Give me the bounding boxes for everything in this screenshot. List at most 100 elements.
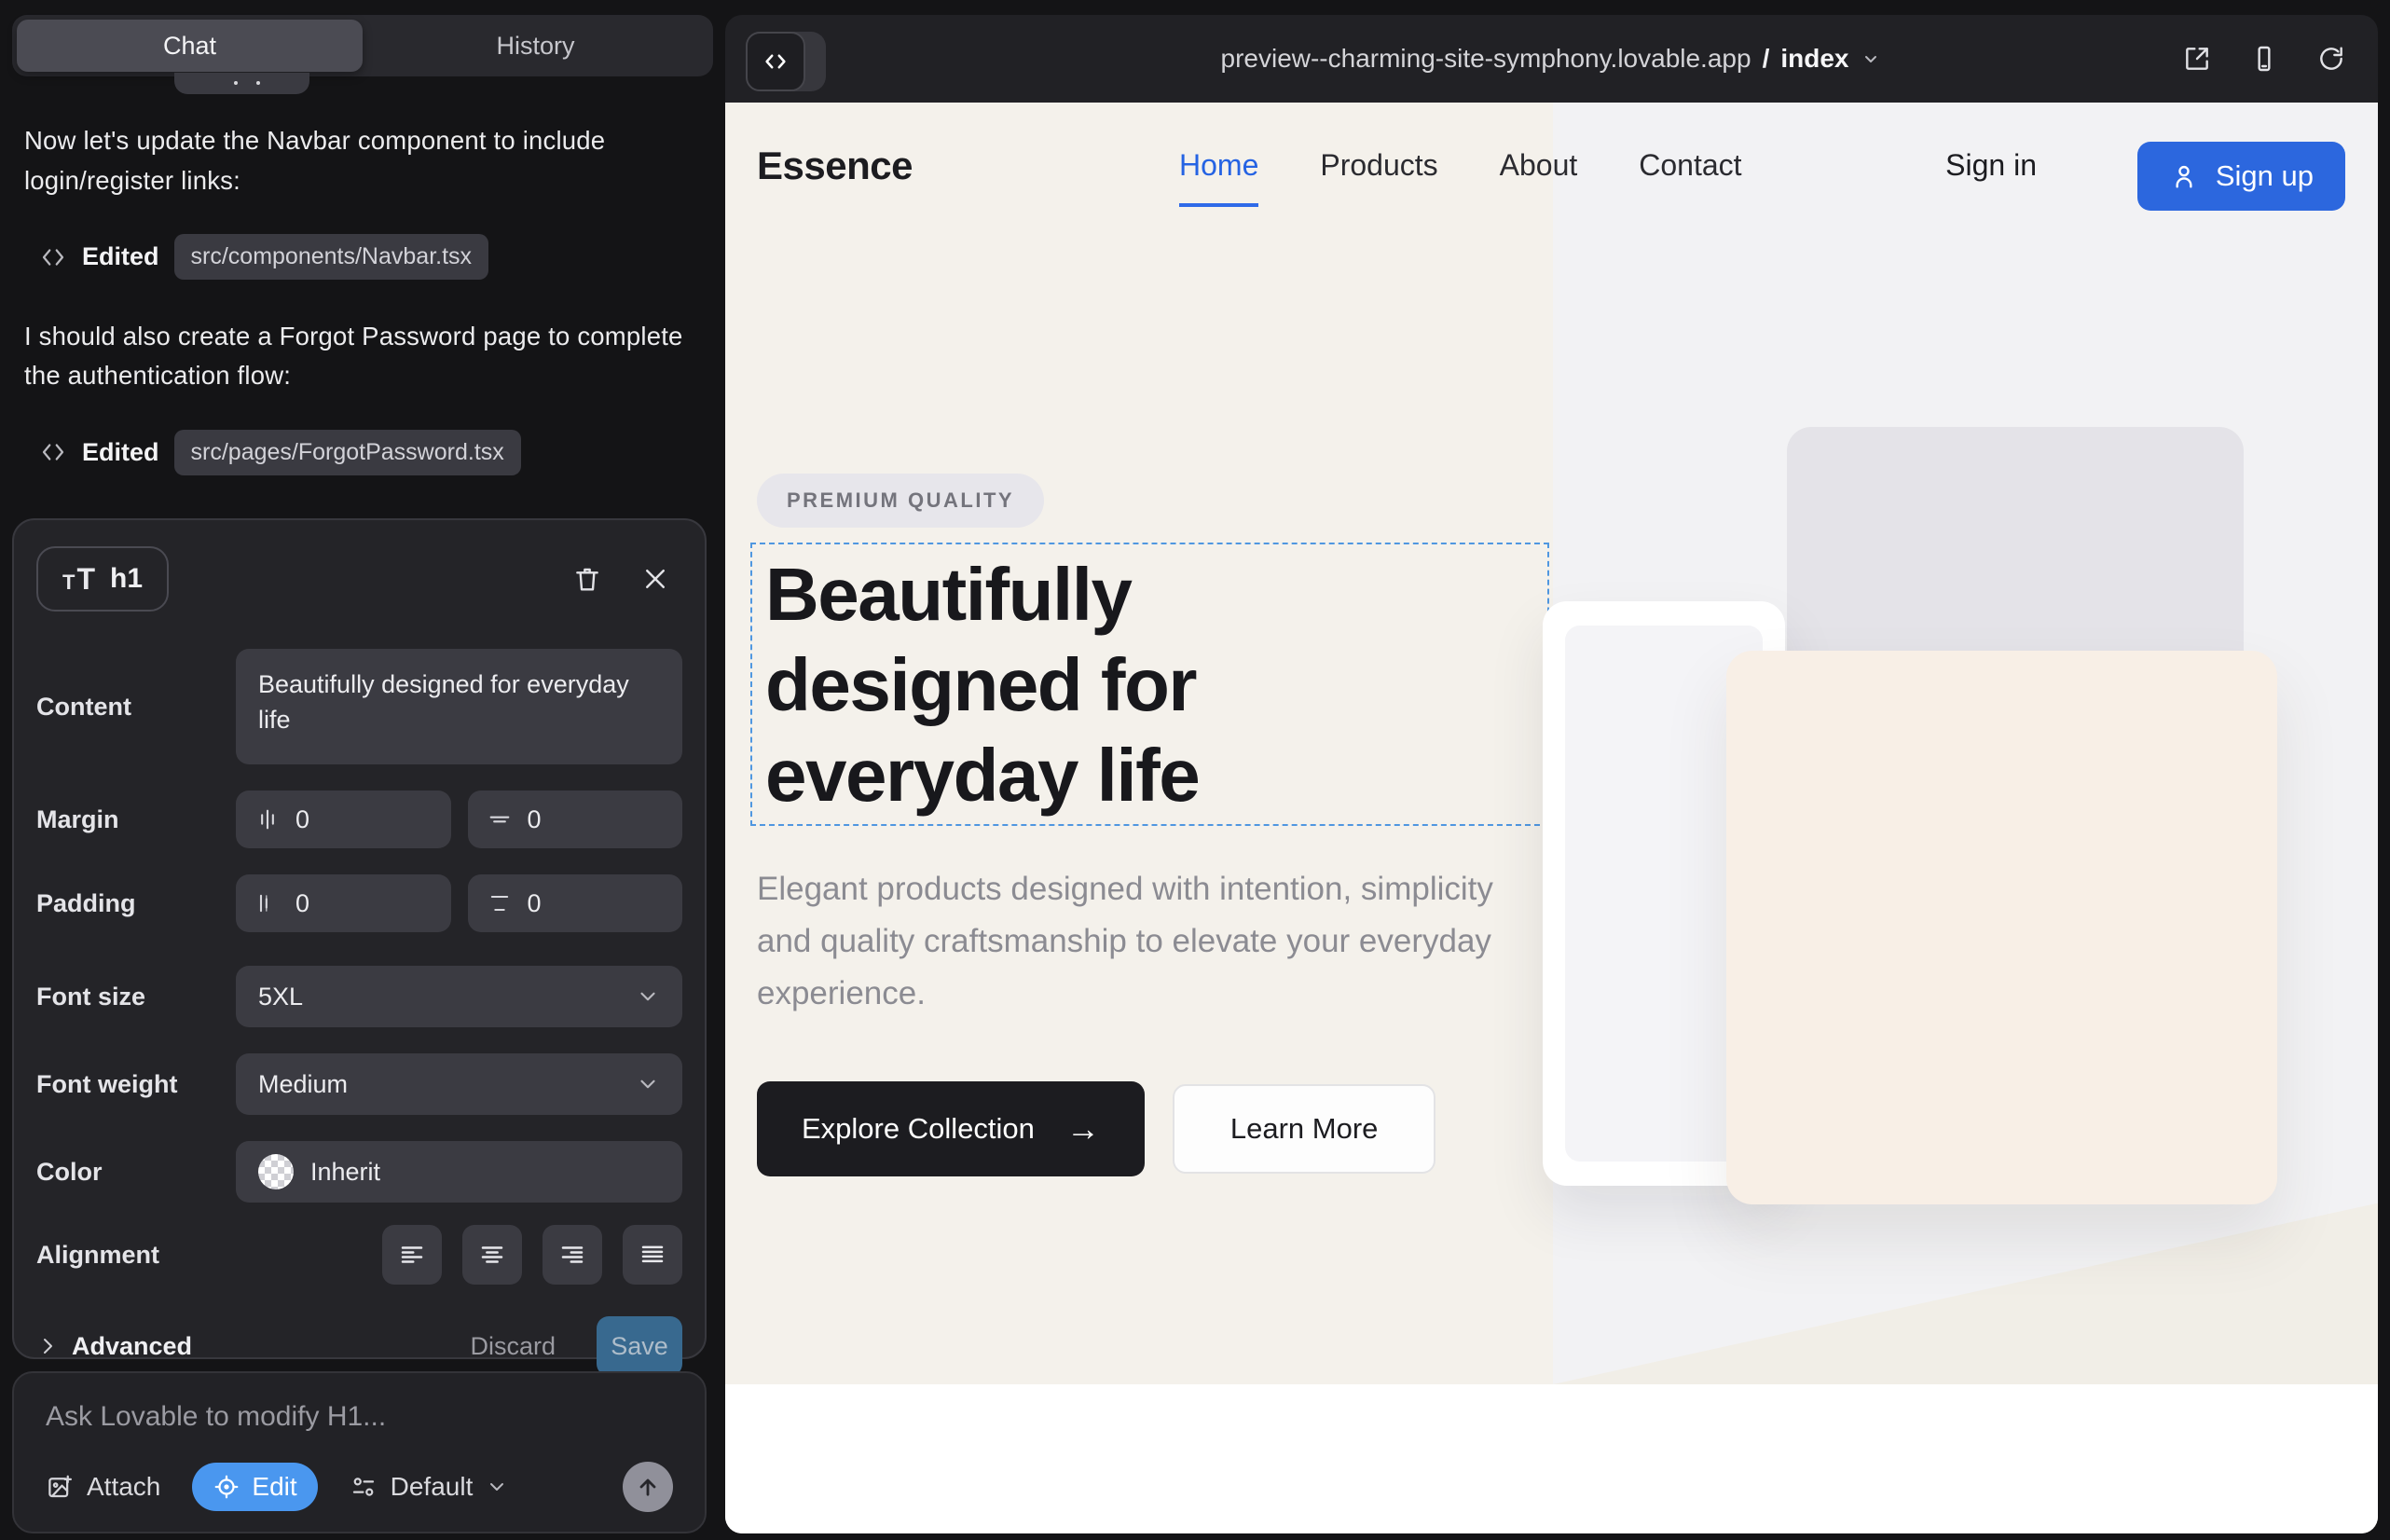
explore-collection-label: Explore Collection	[802, 1112, 1035, 1146]
attach-button[interactable]: Attach	[46, 1472, 160, 1502]
align-center-button[interactable]	[462, 1225, 522, 1285]
composer-input[interactable]	[46, 1401, 673, 1442]
send-button[interactable]	[623, 1462, 673, 1512]
site-preview: Essence Home Products About Contact Sign…	[725, 103, 2378, 1533]
padding-x-input[interactable]	[295, 889, 433, 918]
margin-x-field	[236, 791, 451, 848]
code-icon	[39, 243, 67, 271]
attach-label: Attach	[87, 1472, 160, 1502]
hero-badge: PREMIUM QUALITY	[757, 474, 1044, 528]
margin-field-label: Margin	[36, 805, 236, 834]
close-editor-button[interactable]	[641, 565, 669, 593]
tab-history[interactable]: History	[363, 20, 708, 72]
element-tag: h1	[110, 563, 143, 595]
refresh-button[interactable]	[2316, 44, 2346, 74]
url-separator: /	[1763, 44, 1770, 74]
color-select[interactable]: Inherit	[236, 1141, 682, 1203]
default-model-button[interactable]: Default	[350, 1472, 509, 1502]
arrow-up-icon	[635, 1474, 661, 1500]
url-breadcrumb[interactable]: preview--charming-site-symphony.lovable.…	[1221, 44, 1883, 74]
hero-paragraph: Elegant products designed with intention…	[757, 863, 1521, 1020]
file-chip[interactable]: src/components/Navbar.tsx	[174, 234, 489, 280]
font-weight-label: Font weight	[36, 1070, 236, 1099]
align-center-icon	[478, 1241, 506, 1269]
align-left-icon	[398, 1241, 426, 1269]
content-textarea[interactable]: Beautifully designed for everyday life	[236, 649, 682, 764]
advanced-toggle[interactable]: Advanced	[36, 1332, 192, 1361]
align-right-button[interactable]	[543, 1225, 602, 1285]
edit-mode-button[interactable]: Edit	[192, 1463, 317, 1511]
selected-element-badge: TT h1	[36, 546, 169, 612]
editor-header: TT h1	[36, 544, 682, 613]
font-size-value: 5XL	[258, 983, 303, 1011]
chat-composer: Attach Edit Default	[12, 1371, 707, 1533]
refresh-icon	[2316, 44, 2346, 74]
decor-card-cream	[1726, 651, 2277, 1204]
delete-element-button[interactable]	[572, 564, 602, 594]
font-size-label: Font size	[36, 983, 236, 1011]
chevron-down-icon	[486, 1476, 508, 1498]
padding-field-label: Padding	[36, 889, 236, 918]
text-type-icon: TT	[62, 562, 95, 597]
arrow-right-icon: →	[1066, 1109, 1100, 1148]
edit-label: Edit	[252, 1472, 296, 1502]
margin-y-input[interactable]	[528, 805, 665, 834]
save-button[interactable]: Save	[597, 1316, 682, 1376]
sign-up-button[interactable]: Sign up	[2137, 142, 2345, 211]
default-label: Default	[391, 1472, 474, 1502]
chat-transcript: Now let's update the Navbar component to…	[24, 121, 701, 513]
nav-link-about[interactable]: About	[1500, 148, 1578, 183]
color-field-label: Color	[36, 1158, 236, 1187]
assistant-message: I should also create a Forgot Password p…	[24, 317, 701, 396]
font-weight-select[interactable]: Medium	[236, 1053, 682, 1115]
padding-y-input[interactable]	[528, 889, 665, 918]
chat-history-tabbar: Chat History	[12, 15, 713, 76]
chevron-down-icon	[636, 984, 660, 1009]
edited-label: Edited	[82, 242, 159, 271]
lovable-sidebar: Chat History Now let's update the Navbar…	[0, 0, 725, 1540]
hero-heading: Beautifully designed for everyday life	[765, 550, 1325, 820]
learn-more-button[interactable]: Learn More	[1173, 1084, 1436, 1174]
margin-vertical-icon	[487, 806, 513, 832]
sign-up-label: Sign up	[2216, 159, 2314, 193]
advanced-label: Advanced	[72, 1332, 192, 1361]
align-left-button[interactable]	[382, 1225, 442, 1285]
padding-y-field	[468, 874, 683, 932]
attach-image-icon	[46, 1473, 74, 1501]
selected-h1-outline[interactable]: Beautifully designed for everyday life	[750, 543, 1549, 826]
edited-file-row: Edited src/components/Navbar.tsx	[39, 234, 701, 280]
font-size-select[interactable]: 5XL	[236, 966, 682, 1027]
sign-in-link[interactable]: Sign in	[1945, 103, 2037, 228]
discard-button[interactable]: Discard	[470, 1332, 556, 1361]
code-preview-toggle[interactable]	[746, 32, 826, 91]
nav-link-contact[interactable]: Contact	[1639, 148, 1741, 183]
url-host: preview--charming-site-symphony.lovable.…	[1221, 44, 1751, 74]
nav-link-home[interactable]: Home	[1179, 148, 1258, 183]
mobile-view-button[interactable]	[2249, 44, 2279, 74]
browser-toolbar: preview--charming-site-symphony.lovable.…	[725, 15, 2378, 103]
target-icon	[213, 1473, 240, 1501]
chevron-right-icon	[36, 1335, 59, 1357]
tab-chat[interactable]: Chat	[17, 20, 363, 72]
file-chip[interactable]: src/pages/ForgotPassword.tsx	[174, 430, 521, 475]
content-field-label: Content	[36, 693, 236, 722]
close-icon	[641, 565, 669, 593]
code-icon	[746, 32, 805, 91]
nav-link-products[interactable]: Products	[1320, 148, 1437, 183]
url-page: index	[1780, 44, 1848, 74]
learn-more-label: Learn More	[1230, 1112, 1379, 1146]
element-editor-panel: TT h1 Content	[12, 518, 707, 1359]
align-justify-button[interactable]	[623, 1225, 682, 1285]
user-icon	[2169, 161, 2199, 191]
next-section-background	[725, 1384, 2378, 1533]
margin-y-field	[468, 791, 683, 848]
site-brand[interactable]: Essence	[757, 144, 913, 188]
align-right-icon	[558, 1241, 586, 1269]
margin-x-input[interactable]	[295, 805, 433, 834]
scrolled-file-pill-partial	[174, 73, 309, 94]
trash-icon	[572, 564, 602, 594]
padding-vertical-icon	[487, 890, 513, 916]
open-external-button[interactable]	[2182, 44, 2212, 74]
color-value: Inherit	[310, 1158, 380, 1187]
explore-collection-button[interactable]: Explore Collection →	[757, 1081, 1145, 1176]
